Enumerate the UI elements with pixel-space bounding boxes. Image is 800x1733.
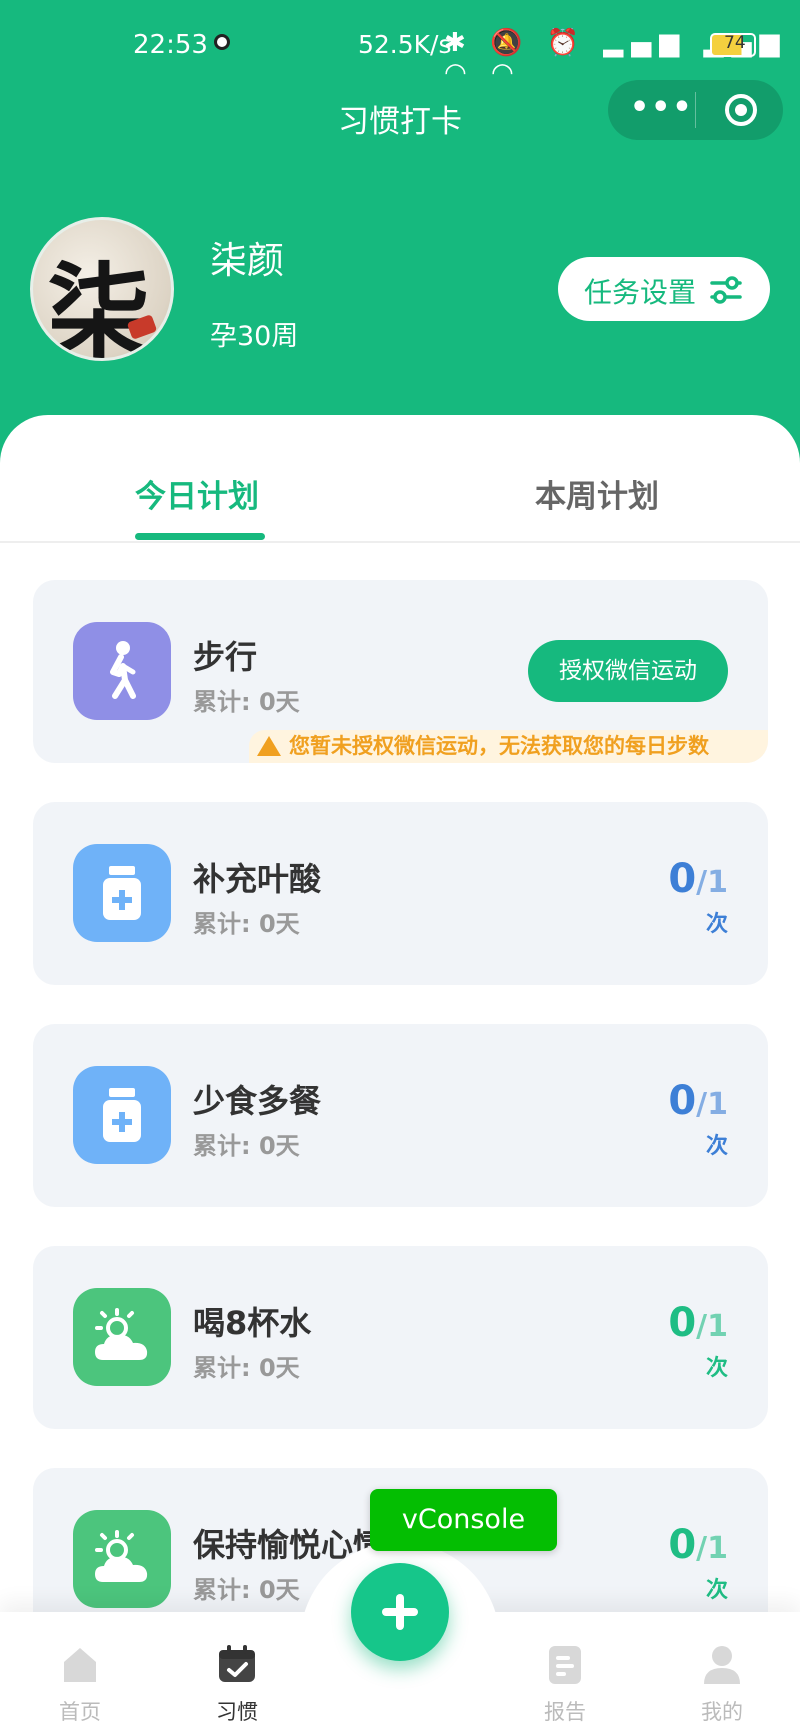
habit-total: 累计: 0天 bbox=[193, 910, 300, 938]
vconsole-button[interactable]: vConsole bbox=[370, 1489, 557, 1551]
add-habit-button[interactable] bbox=[351, 1563, 449, 1661]
habit-card-folic-acid[interactable]: 补充叶酸 累计: 0天 0/1 次 bbox=[33, 802, 768, 985]
habit-icon-box bbox=[73, 1288, 171, 1386]
battery-icon: 74 bbox=[710, 33, 756, 57]
medicine-bottle-icon bbox=[103, 866, 141, 920]
tabbar-label: 首页 bbox=[59, 1700, 101, 1724]
report-icon bbox=[549, 1646, 581, 1684]
target-count: 1 bbox=[707, 865, 728, 900]
authorization-warning: 您暂未授权微信运动，无法获取您的每日步数 bbox=[249, 730, 768, 763]
habit-name: 步行 bbox=[193, 638, 258, 676]
sun-cloud-icon bbox=[95, 1308, 148, 1360]
miniprogram-capsule: ••• bbox=[608, 80, 783, 140]
pregnancy-week: 孕30周 bbox=[210, 321, 299, 352]
tabbar-label: 习惯 bbox=[216, 1700, 258, 1724]
plan-tabs: 今日计划 本周计划 bbox=[0, 415, 800, 543]
active-tab-indicator bbox=[135, 533, 265, 540]
warning-text: 您暂未授权微信运动，无法获取您的每日步数 bbox=[289, 734, 709, 758]
count-unit: 次 bbox=[705, 1134, 728, 1159]
tab-week-plan[interactable]: 本周计划 bbox=[535, 471, 659, 516]
sun-cloud-icon bbox=[95, 1530, 148, 1582]
done-count: 0 bbox=[668, 1300, 697, 1346]
habit-progress-count: 0/1 次 bbox=[668, 1078, 728, 1159]
tab-today-plan[interactable]: 今日计划 bbox=[135, 471, 259, 516]
status-time: 22:53 bbox=[133, 30, 208, 60]
habit-progress-count: 0/1 次 bbox=[668, 1300, 728, 1381]
target-count: 1 bbox=[707, 1531, 728, 1566]
calendar-check-icon bbox=[219, 1645, 255, 1682]
habit-name: 少食多餐 bbox=[193, 1082, 322, 1120]
avatar-calligraphy: 柒 bbox=[47, 251, 152, 361]
target-count: 1 bbox=[707, 1087, 728, 1122]
tabbar-item-habits[interactable]: 习惯 bbox=[197, 1642, 277, 1726]
habit-progress-count: 0/1 次 bbox=[668, 1522, 728, 1603]
habit-card-drink-water[interactable]: 喝8杯水 累计: 0天 0/1 次 bbox=[33, 1246, 768, 1429]
habit-icon-box bbox=[73, 1510, 171, 1608]
home-icon bbox=[64, 1648, 96, 1682]
task-settings-label: 任务设置 bbox=[584, 276, 697, 309]
habit-icon-box bbox=[73, 844, 171, 942]
count-unit: 次 bbox=[705, 1578, 728, 1603]
network-speed: 52.5K/s bbox=[358, 30, 452, 59]
close-target-icon[interactable] bbox=[725, 94, 757, 126]
target-count: 1 bbox=[707, 1309, 728, 1344]
more-icon[interactable]: ••• bbox=[630, 90, 694, 125]
settings-sliders-icon bbox=[710, 276, 742, 304]
habit-name: 补充叶酸 bbox=[193, 860, 322, 898]
habit-card-small-meals[interactable]: 少食多餐 累计: 0天 0/1 次 bbox=[33, 1024, 768, 1207]
capsule-divider bbox=[695, 92, 696, 128]
habit-progress-count: 0/1 次 bbox=[668, 856, 728, 937]
tabbar-label: 我的 bbox=[701, 1700, 743, 1724]
habit-total: 累计: 0天 bbox=[193, 1576, 300, 1604]
habit-name: 喝8杯水 bbox=[193, 1304, 312, 1342]
walking-icon bbox=[110, 641, 136, 699]
count-unit: 次 bbox=[705, 1356, 728, 1381]
habit-total: 累计: 0天 bbox=[193, 1132, 300, 1160]
panda-icon bbox=[214, 34, 230, 50]
tabbar-label: 报告 bbox=[544, 1700, 586, 1724]
habit-total: 累计: 0天 bbox=[193, 1354, 300, 1382]
habit-card-walking[interactable]: 步行 累计: 0天 授权微信运动 您暂未授权微信运动，无法获取您的每日步数 bbox=[33, 580, 768, 763]
user-icon bbox=[704, 1646, 740, 1684]
authorize-wechat-sport-button[interactable]: 授权微信运动 bbox=[528, 640, 728, 702]
tabbar-item-home[interactable]: 首页 bbox=[40, 1642, 120, 1726]
avatar[interactable]: 柒 bbox=[30, 217, 174, 361]
task-settings-button[interactable]: 任务设置 bbox=[558, 257, 770, 321]
habit-icon-box bbox=[73, 622, 171, 720]
battery-level: 74 bbox=[724, 33, 746, 53]
tabbar-item-report[interactable]: 报告 bbox=[525, 1642, 605, 1726]
done-count: 0 bbox=[668, 856, 697, 902]
warning-icon bbox=[257, 736, 281, 756]
status-bar: 22:53 52.5K/s ✱ 🔕 ⏰ ▂▄▆ ▂▄▆ ◠ ◠ 74 bbox=[0, 0, 800, 92]
habit-total: 累计: 0天 bbox=[193, 688, 300, 716]
habit-icon-box bbox=[73, 1066, 171, 1164]
tabbar-item-mine[interactable]: 我的 bbox=[682, 1642, 762, 1726]
medicine-bottle-icon bbox=[103, 1088, 141, 1142]
count-unit: 次 bbox=[705, 912, 728, 937]
done-count: 0 bbox=[668, 1078, 697, 1124]
user-name: 柒颜 bbox=[210, 239, 284, 282]
header: 22:53 52.5K/s ✱ 🔕 ⏰ ▂▄▆ ▂▄▆ ◠ ◠ 74 习惯打卡 … bbox=[0, 0, 800, 470]
done-count: 0 bbox=[668, 1522, 697, 1568]
